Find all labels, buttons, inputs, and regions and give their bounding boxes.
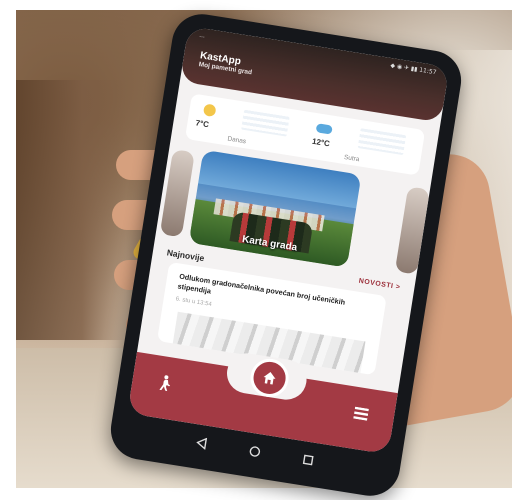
app-screen: ... ◆ ◉ ✈ ▮▮ 11:57 KastApp Moj pametni g… — [127, 25, 450, 455]
carousel-card-prev[interactable] — [159, 149, 195, 238]
news-date: 6. stu u 13:54 — [175, 296, 213, 308]
hiking-icon[interactable] — [157, 374, 173, 392]
weather-today-day: Danas — [226, 135, 247, 146]
weather-today: 7°C Danas — [191, 98, 306, 155]
weather-tomorrow: 12°C Sutra — [308, 117, 423, 174]
home-icon — [263, 372, 276, 385]
carousel-card-next[interactable] — [394, 186, 430, 275]
back-icon[interactable] — [195, 436, 209, 450]
news-title: Odlukom gradonačelnika povećan broj učen… — [177, 271, 346, 307]
weather-details — [241, 109, 290, 137]
status-left: ... — [198, 31, 206, 40]
home-circle-icon[interactable] — [248, 445, 262, 459]
cloud-icon — [315, 123, 333, 135]
featured-card[interactable]: Karta grada — [188, 149, 362, 268]
section-heading: Najnovije — [166, 247, 206, 264]
weather-tomorrow-temp: 12°C — [311, 136, 331, 149]
background-shelf — [16, 80, 126, 340]
weather-today-temp: 7°C — [194, 118, 210, 130]
weather-tomorrow-day: Sutra — [343, 153, 360, 164]
news-more-link[interactable]: NOVOSTI > — [358, 278, 401, 291]
status-right: ◆ ◉ ✈ ▮▮ 11:57 — [389, 62, 437, 77]
weather-details — [357, 128, 407, 156]
menu-icon[interactable] — [353, 406, 369, 421]
recents-icon[interactable] — [301, 453, 315, 467]
sun-icon — [202, 103, 217, 118]
